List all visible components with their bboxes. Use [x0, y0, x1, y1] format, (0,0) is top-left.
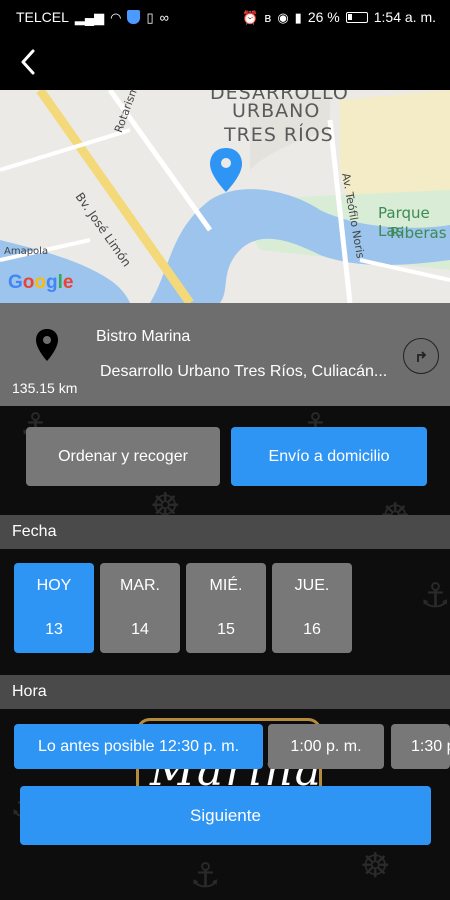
battery-percent: 26 %: [307, 9, 340, 25]
wheel-pattern-icon: ☸: [360, 846, 391, 886]
next-button[interactable]: Siguiente: [20, 786, 431, 845]
google-letter: o: [34, 272, 46, 293]
back-button[interactable]: [8, 42, 48, 82]
date-option-today[interactable]: HOY 13: [14, 563, 94, 653]
date-number: 13: [45, 621, 63, 638]
date-option-tuesday[interactable]: MAR. 14: [100, 563, 180, 653]
date-day-label: HOY: [36, 577, 72, 594]
date-section-header: Fecha: [0, 515, 450, 549]
google-letter: G: [8, 272, 23, 293]
map-label-area-3: TRES RÍOS: [224, 124, 334, 146]
date-option-wednesday[interactable]: MIÉ. 15: [186, 563, 266, 653]
map-label-area-2: URBANO: [232, 100, 321, 122]
date-day-label: MIÉ.: [209, 577, 243, 594]
branch-panel: Bistro Marina Desarrollo Urbano Tres Río…: [0, 303, 450, 406]
date-option-thursday[interactable]: JUE. 16: [272, 563, 352, 653]
time-option-asap[interactable]: Lo antes posible 12:30 p. m.: [14, 724, 263, 769]
map-view[interactable]: DESARROLLO URBANO TRES RÍOS Rotarismo Bv…: [0, 90, 450, 303]
phone-icon: ▯: [146, 9, 154, 25]
branch-distance: 135.15 km: [12, 380, 78, 396]
delivery-button[interactable]: Envío a domicilio: [231, 427, 427, 486]
google-letter: e: [62, 272, 74, 293]
google-logo: Google: [8, 272, 73, 294]
bluetooth-icon: ʙ: [264, 9, 272, 25]
shield-icon: [127, 10, 141, 24]
signal-icon: ▂▄▆: [74, 9, 105, 25]
pickup-button[interactable]: Ordenar y recoger: [26, 427, 220, 486]
location-pin-icon: [36, 329, 58, 361]
date-day-label: JUE.: [294, 577, 330, 594]
time-section-header: Hora: [0, 675, 450, 709]
back-arrow-icon: [21, 49, 35, 75]
turn-right-icon: [417, 351, 427, 362]
date-number: 15: [217, 621, 235, 638]
wifi-icon: ◠: [110, 9, 122, 25]
branch-address: Desarrollo Urbano Tres Ríos, Culiacán...: [100, 363, 388, 380]
time-option-2[interactable]: 1:30 p. m.: [391, 724, 450, 769]
map-label-park-2: Riberas: [390, 224, 447, 242]
anchor-pattern-icon: ⚓: [420, 576, 450, 616]
date-day-label: MAR.: [120, 577, 160, 594]
branch-name: Bistro Marina: [96, 328, 191, 345]
status-right: ⏰ ʙ ◉ ▮ 26 % 1:54 a. m.: [242, 9, 436, 25]
status-left: TELCEL ▂▄▆ ◠ ▯ ∞: [16, 9, 169, 25]
top-bar: [0, 34, 450, 90]
map-label-amapola: Amapola: [4, 246, 49, 257]
anchor-pattern-icon: ⚓: [190, 856, 221, 896]
date-number: 14: [131, 621, 149, 638]
date-number: 16: [303, 621, 321, 638]
google-letter: g: [46, 272, 58, 293]
time-option-1[interactable]: 1:00 p. m.: [268, 724, 384, 769]
directions-button[interactable]: [403, 338, 439, 374]
alarm-icon: ⏰: [242, 9, 259, 25]
location-icon: ◉: [277, 9, 289, 25]
carrier-name: TELCEL: [16, 9, 69, 25]
battery-icon: [345, 11, 368, 23]
voicemail-icon: ∞: [159, 9, 169, 25]
clock: 1:54 a. m.: [373, 9, 436, 25]
status-bar: TELCEL ▂▄▆ ◠ ▯ ∞ ⏰ ʙ ◉ ▮ 26 % 1:54 a. m.: [0, 0, 450, 34]
google-letter: o: [22, 272, 35, 293]
vibrate-icon: ▮: [294, 9, 302, 25]
